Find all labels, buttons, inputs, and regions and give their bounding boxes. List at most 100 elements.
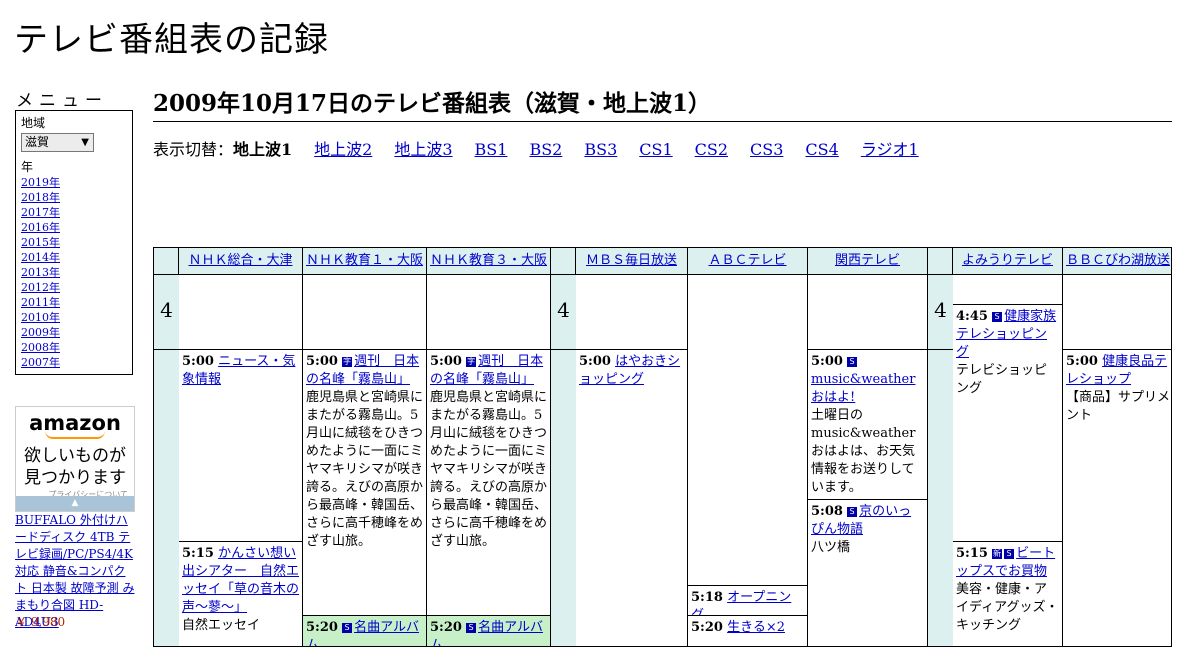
hour-label: 4 xyxy=(551,275,576,350)
stereo-mark-icon: S xyxy=(992,312,1003,322)
switch-link[interactable]: CS4 xyxy=(805,140,838,159)
program-time: 5:20 xyxy=(691,620,723,635)
region-label: 地域 xyxy=(21,116,46,130)
program-cell: 5:00 S music&weatherおはよ! 土曜日のmusic&weath… xyxy=(808,350,928,500)
channel-link[interactable]: ＭＢＳ毎日放送 xyxy=(586,253,677,268)
switch-link[interactable]: 地上波2 xyxy=(314,140,372,159)
year-link[interactable]: 2013年 xyxy=(21,265,132,280)
year-link[interactable]: 2012年 xyxy=(21,280,132,295)
program-description: 自然エッセイ xyxy=(182,618,261,633)
hour-column: 4 xyxy=(551,275,577,646)
switch-link[interactable]: 地上波3 xyxy=(394,140,452,159)
stereo-mark-icon: S xyxy=(847,507,858,517)
year-link[interactable]: 2009年 xyxy=(21,325,132,340)
channel-header-ktv[interactable]: 関西テレビ xyxy=(808,248,928,275)
program-cell: 5:00 字週刊 日本の名峰「霧島山」 鹿児島県と宮崎県にまたがる霧島山。5月山… xyxy=(427,350,551,616)
program-cell: 5:20 S 名曲アルバム xyxy=(427,616,551,646)
hour-header-blank xyxy=(551,248,576,275)
program-time: 5:20 xyxy=(306,620,338,635)
channel-link[interactable]: ＢＢＣびわ湖放送 xyxy=(1066,253,1170,268)
hour-column: 4 xyxy=(928,275,954,646)
empty-slot xyxy=(1063,275,1171,350)
switch-link[interactable]: CS2 xyxy=(695,140,728,159)
hour-label: 4 xyxy=(928,275,953,350)
switch-link[interactable]: ラジオ1 xyxy=(861,140,919,159)
channel-link[interactable]: よみうりテレビ xyxy=(962,253,1053,268)
program-time: 5:00 xyxy=(579,354,611,369)
channel-link[interactable]: ＮＨＫ教育１・大阪 xyxy=(306,253,423,268)
program-cell: 5:20 生きる×2 xyxy=(688,616,808,646)
channel-link[interactable]: ＡＢＣテレビ xyxy=(708,253,786,268)
site-title: テレビ番組表の記録 xyxy=(14,20,329,60)
year-link[interactable]: 2010年 xyxy=(21,310,132,325)
year-link[interactable]: 2014年 xyxy=(21,250,132,265)
program-description: 鹿児島県と宮崎県にまたがる霧島山。5月山に絨毯をひきつめたように一面にミヤマキリ… xyxy=(306,390,424,549)
program-cell: 5:08 S 京のいっぴん物語 八ツ橋 xyxy=(808,500,928,646)
program-cell: 5:00 健康良品テレショップ 【商品】サプリメント xyxy=(1063,350,1171,646)
program-time: 5:15 xyxy=(956,546,988,561)
channel-link[interactable]: 関西テレビ xyxy=(835,253,900,268)
program-description: 美容・健康・アイディアグッズ・キッチング xyxy=(956,582,1059,633)
program-description: テレビショッピング xyxy=(956,363,1048,396)
empty-slot xyxy=(576,275,688,350)
program-title-link[interactable]: 生きる×2 xyxy=(727,620,785,635)
switch-link[interactable]: CS1 xyxy=(639,140,672,159)
switch-link[interactable]: BS3 xyxy=(584,140,617,159)
hour-header-blank xyxy=(928,248,953,275)
dropdown-arrow-icon: ▼ xyxy=(81,137,89,148)
menu-heading: メニュー xyxy=(16,91,108,111)
stereo-mark-icon: S xyxy=(466,623,477,633)
switch-link[interactable]: CS3 xyxy=(750,140,783,159)
year-link[interactable]: 2015年 xyxy=(21,235,132,250)
channel-link[interactable]: ＮＨＫ教育３・大阪 xyxy=(430,253,547,268)
channel-header-bbc[interactable]: ＢＢＣびわ湖放送 xyxy=(1063,248,1171,275)
channel-header-nhk-edu3[interactable]: ＮＨＫ教育３・大阪 xyxy=(427,248,551,275)
empty-slot xyxy=(808,275,928,350)
year-link[interactable]: 2018年 xyxy=(21,190,132,205)
program-description: 【商品】サプリメント xyxy=(1066,390,1171,423)
hour-label: 4 xyxy=(154,275,179,350)
ad-expand-up-icon[interactable]: ▲ xyxy=(16,496,134,511)
switch-link[interactable]: BS1 xyxy=(475,140,508,159)
year-link[interactable]: 2011年 xyxy=(21,295,132,310)
year-link[interactable]: 2017年 xyxy=(21,205,132,220)
program-title-link[interactable]: music&weatherおはよ! xyxy=(811,372,915,405)
year-list: 2019年 2018年 2017年 2016年 2015年 2014年 2013年 2012年… xyxy=(21,175,132,370)
stereo-mark-icon: S xyxy=(342,623,353,633)
region-select-value: 滋賀 xyxy=(25,135,50,149)
empty-slot xyxy=(303,275,427,350)
year-link[interactable]: 2007年 xyxy=(21,355,132,370)
program-time: 5:00 xyxy=(182,354,214,369)
program-cell: 5:15 新 S ビートップスでお買物 美容・健康・アイディアグッズ・キッチング xyxy=(953,542,1063,646)
amazon-ad[interactable]: amazon 欲しいものが 見つかります プライバシーについて ▲ xyxy=(15,406,135,512)
switch-link[interactable]: BS2 xyxy=(529,140,562,159)
channel-header-nhk-edu1[interactable]: ＮＨＫ教育１・大阪 xyxy=(303,248,427,275)
program-time: 5:00 xyxy=(811,354,843,369)
year-link[interactable]: 2008年 xyxy=(21,340,132,355)
channel-header-abc[interactable]: ＡＢＣテレビ xyxy=(688,248,808,275)
program-cell: 4:45 S 健康家族テレショッピング テレビショッピング xyxy=(953,305,1063,542)
program-time: 5:18 xyxy=(691,590,723,605)
channel-header-mbs[interactable]: ＭＢＳ毎日放送 xyxy=(576,248,688,275)
year-link[interactable]: 2019年 xyxy=(21,175,132,190)
region-select[interactable]: 滋賀 ▼ xyxy=(21,133,94,152)
program-description: 八ツ橋 xyxy=(811,540,851,555)
menu-box: 地域 滋賀 ▼ 年 2019年 2018年 2017年 2016年 2015年 2014年… xyxy=(15,110,133,375)
empty-slot xyxy=(427,275,551,350)
caption-mark-icon: 字 xyxy=(342,357,353,367)
empty-slot xyxy=(688,275,808,586)
channel-header-nhk-general[interactable]: ＮＨＫ総合・大津 xyxy=(179,248,303,275)
year-label: 年 xyxy=(21,160,34,174)
channel-link[interactable]: ＮＨＫ総合・大津 xyxy=(188,253,292,268)
ad-copy-line2: 見つかります xyxy=(24,468,126,488)
channel-header-ytv[interactable]: よみうりテレビ xyxy=(953,248,1063,275)
year-link[interactable]: 2016年 xyxy=(21,220,132,235)
ad-product-price: ￥ 9,980 xyxy=(15,615,66,629)
amazon-logo: amazon xyxy=(29,411,121,435)
view-switcher: 表示切替：地上波1 地上波2 地上波3 BS1 BS2 BS3 CS1 CS2 CS3 CS4 ラジ… xyxy=(153,136,941,160)
program-time: 5:08 xyxy=(811,504,843,519)
program-grid: ＮＨＫ総合・大津 ＮＨＫ教育１・大阪 ＮＨＫ教育３・大阪 ＭＢＳ毎日放送 ＡＢＣ… xyxy=(153,247,1172,647)
program-cell: 5:00 はやおきショッピング xyxy=(576,350,688,646)
program-time: 5:15 xyxy=(182,546,214,561)
program-time: 5:20 xyxy=(430,620,462,635)
